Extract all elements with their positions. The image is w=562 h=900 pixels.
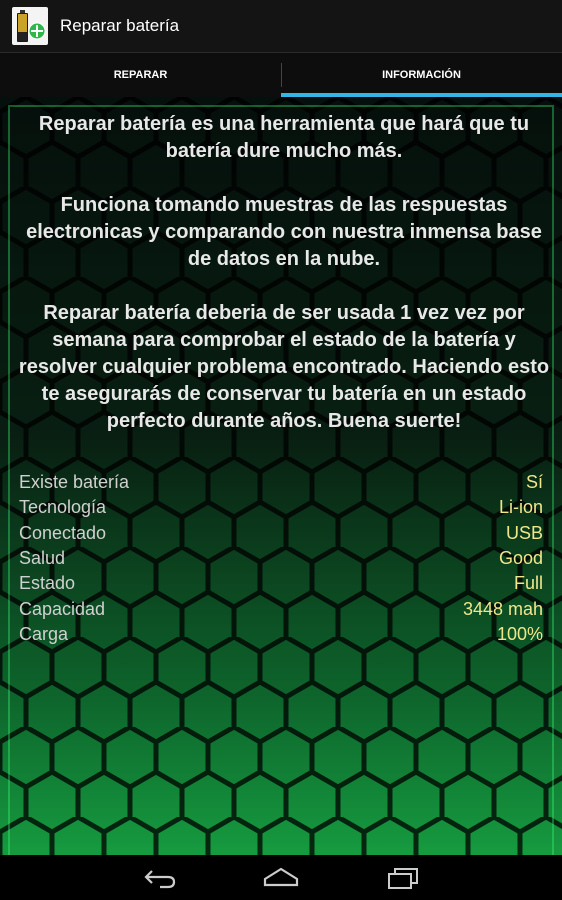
tab-informacion[interactable]: INFORMACIÓN <box>281 53 562 97</box>
description-paragraph: Reparar batería deberia de ser usada 1 v… <box>18 302 550 432</box>
info-row: Tecnología Li-ion <box>19 495 543 520</box>
description-paragraph: Funciona tomando muestras de las respues… <box>26 194 542 270</box>
info-row: Salud Good <box>19 546 543 571</box>
info-value: USB <box>505 522 543 543</box>
info-panel: Reparar batería es una herramienta que h… <box>0 97 562 855</box>
info-row: Carga 100% <box>19 622 543 647</box>
battery-info-list: Existe batería Sí Tecnología Li-ion Cone… <box>19 470 543 647</box>
back-icon[interactable] <box>140 865 180 891</box>
info-label: Existe batería <box>19 472 130 493</box>
action-bar: Reparar batería <box>0 0 562 53</box>
info-value: 3448 mah <box>462 598 543 619</box>
tab-reparar[interactable]: REPARAR <box>0 53 281 97</box>
description-paragraph: Reparar batería es una herramienta que h… <box>38 113 530 162</box>
info-label: Carga <box>19 623 69 644</box>
info-label: Salud <box>19 548 66 569</box>
battery-repair-icon[interactable] <box>12 7 48 45</box>
info-value: Full <box>513 573 543 594</box>
app-title: Reparar batería <box>60 16 180 35</box>
info-label: Tecnología <box>19 497 107 518</box>
info-value: Good <box>498 548 543 569</box>
recents-icon[interactable] <box>385 865 421 891</box>
description: Reparar batería es una herramienta que h… <box>14 111 554 462</box>
info-value: Li-ion <box>498 497 543 518</box>
navigation-bar <box>0 855 562 900</box>
info-row: Existe batería Sí <box>19 470 543 495</box>
info-label: Conectado <box>19 522 107 543</box>
info-label: Capacidad <box>19 598 106 619</box>
info-row: Conectado USB <box>19 521 543 546</box>
info-label: Estado <box>19 573 76 594</box>
info-row: Capacidad 3448 mah <box>19 596 543 621</box>
info-row: Estado Full <box>19 571 543 596</box>
info-value: Sí <box>525 472 543 493</box>
home-icon[interactable] <box>262 865 300 891</box>
tab-bar: REPARAR INFORMACIÓN <box>0 53 562 97</box>
info-value: 100% <box>496 623 543 644</box>
